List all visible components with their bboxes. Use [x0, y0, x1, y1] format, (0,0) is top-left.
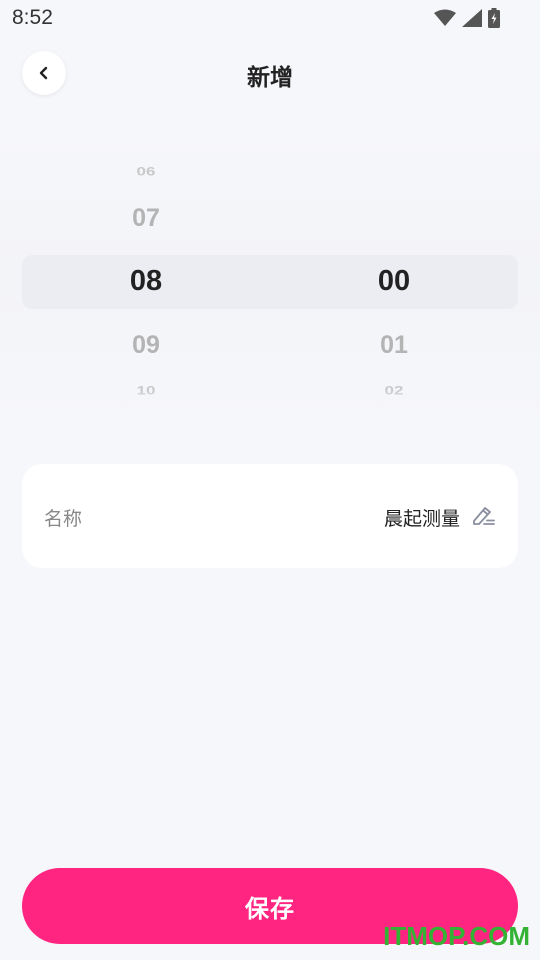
hour-option[interactable]: 07: [66, 204, 226, 233]
name-card[interactable]: 名称 晨起测量: [22, 464, 518, 568]
status-icons: [434, 8, 500, 28]
header: 新增: [0, 44, 540, 104]
hour-wheel[interactable]: 06 07 08 09 10: [66, 110, 226, 444]
name-value[interactable]: 晨起测量: [384, 504, 460, 531]
hour-option[interactable]: 09: [66, 331, 226, 360]
name-label: 名称: [44, 508, 83, 530]
hour-option[interactable]: 06: [66, 165, 226, 179]
status-bar: 8:52: [0, 0, 540, 38]
page-title: 新增: [247, 65, 293, 91]
wifi-icon: [434, 9, 456, 26]
battery-icon: [488, 8, 500, 28]
hour-option[interactable]: 10: [66, 384, 226, 398]
minute-wheel[interactable]: 00 01 02: [314, 110, 474, 444]
edit-pencil-icon[interactable]: [470, 502, 496, 528]
watermark: ITMOP.COM: [383, 921, 530, 951]
minute-selected[interactable]: 00: [314, 265, 474, 298]
hour-selected[interactable]: 08: [66, 265, 226, 298]
signal-icon: [462, 9, 482, 27]
minute-option[interactable]: 02: [314, 384, 474, 398]
time-picker[interactable]: 06 07 08 09 10 00 01 02: [0, 110, 540, 444]
status-time: 8:52: [12, 6, 53, 29]
minute-option[interactable]: 01: [314, 331, 474, 360]
